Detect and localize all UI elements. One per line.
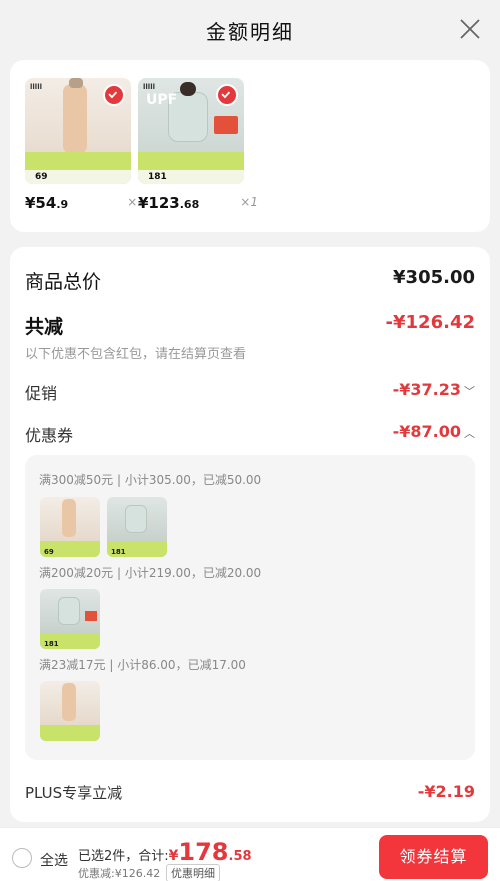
selected-summary: 已选2件，合计:¥178.58 bbox=[78, 838, 252, 866]
products-card: lllll 69 ¥54.9 ×1 UPF lllll 181 ¥123.68 bbox=[10, 60, 490, 232]
promo-value: -¥37.23 bbox=[392, 380, 461, 399]
total-label: 商品总价 bbox=[25, 271, 102, 293]
coupon-value-wrap: -¥87.00 ︿ bbox=[393, 422, 475, 441]
price-detail-card: 商品总价 ¥305.00 共减 -¥126.42 以下优惠不包含红包，请在结算页… bbox=[10, 247, 490, 822]
coupon-line: 满300减50元 | 小计305.00，已减50.00 bbox=[39, 473, 262, 487]
footer-discount: 优惠减:¥126.42 bbox=[78, 867, 161, 880]
checkout-bar: 全选 已选2件，合计:¥178.58 优惠减:¥126.42 优惠明细 领券结算 bbox=[0, 827, 500, 881]
select-all-label[interactable]: 全选 bbox=[40, 850, 68, 870]
brand-logo: lllll bbox=[30, 83, 42, 91]
coupon-product-thumb bbox=[40, 681, 100, 741]
discount-value: -¥126.42 bbox=[385, 312, 475, 333]
chevron-up-icon[interactable]: ︿ bbox=[464, 425, 475, 441]
total-value: ¥305.00 bbox=[393, 267, 475, 288]
discount-row: 共减 -¥126.42 bbox=[25, 312, 475, 338]
coupon-line: 满200减20元 | 小计219.00，已减20.00 bbox=[39, 566, 262, 580]
coupon-label: 优惠券 bbox=[25, 426, 74, 445]
promo-label: 促销 bbox=[25, 384, 58, 403]
product-thumbnail[interactable]: lllll 69 bbox=[25, 78, 131, 184]
coupon-row[interactable]: 优惠券 -¥87.00 ︿ bbox=[25, 422, 475, 445]
plus-row: PLUS专享立减 -¥2.19 bbox=[25, 782, 475, 804]
discount-note: 以下优惠不包含红包，请在结算页查看 bbox=[25, 347, 247, 362]
coupon-product-thumb: 69 bbox=[40, 497, 100, 557]
total-row: 商品总价 ¥305.00 bbox=[25, 267, 475, 293]
thumb-price: 69 bbox=[35, 172, 48, 182]
plus-value: -¥2.19 bbox=[417, 782, 475, 801]
page-title: 金额明细 bbox=[206, 20, 294, 44]
check-icon bbox=[103, 84, 125, 106]
check-icon bbox=[216, 84, 238, 106]
product-price: ¥54.9 bbox=[25, 194, 69, 212]
thumb-price: 181 bbox=[148, 172, 167, 182]
discount-label: 共减 bbox=[25, 316, 64, 338]
coupon-line: 满23减17元 | 小计86.00，已减17.00 bbox=[39, 658, 246, 672]
close-icon[interactable] bbox=[458, 17, 482, 41]
promo-value-wrap: -¥37.23 ﹀ bbox=[393, 380, 475, 399]
footer-total: 178.58 bbox=[178, 838, 252, 866]
selected-text: 已选2件，合计: bbox=[78, 849, 169, 864]
coupon-detail-panel: 满300减50元 | 小计305.00，已减50.00 69 181 满200减… bbox=[25, 455, 475, 760]
total-currency: ¥ bbox=[168, 848, 179, 864]
product-item[interactable]: lllll 69 ¥54.9 ×1 bbox=[25, 78, 145, 212]
select-all-radio[interactable] bbox=[12, 848, 32, 868]
discount-detail-button[interactable]: 优惠明细 bbox=[166, 864, 220, 881]
coupon-value: -¥87.00 bbox=[392, 422, 461, 441]
product-price: ¥123.68 bbox=[138, 194, 200, 212]
product-item[interactable]: UPF lllll 181 ¥123.68 ×1 bbox=[138, 78, 258, 212]
coupon-product-thumb: 181 bbox=[107, 497, 167, 557]
promo-row[interactable]: 促销 -¥37.23 ﹀ bbox=[25, 380, 475, 403]
plus-label: PLUS专享立减 bbox=[25, 784, 123, 802]
product-qty: ×1 bbox=[240, 195, 258, 209]
header: 金额明细 bbox=[0, 0, 500, 60]
chevron-down-icon[interactable]: ﹀ bbox=[464, 383, 475, 399]
coupon-product-thumb: 181 bbox=[40, 589, 100, 649]
checkout-button[interactable]: 领券结算 bbox=[379, 835, 488, 879]
brand-logo: lllll bbox=[143, 83, 155, 91]
product-thumbnail[interactable]: UPF lllll 181 bbox=[138, 78, 244, 184]
